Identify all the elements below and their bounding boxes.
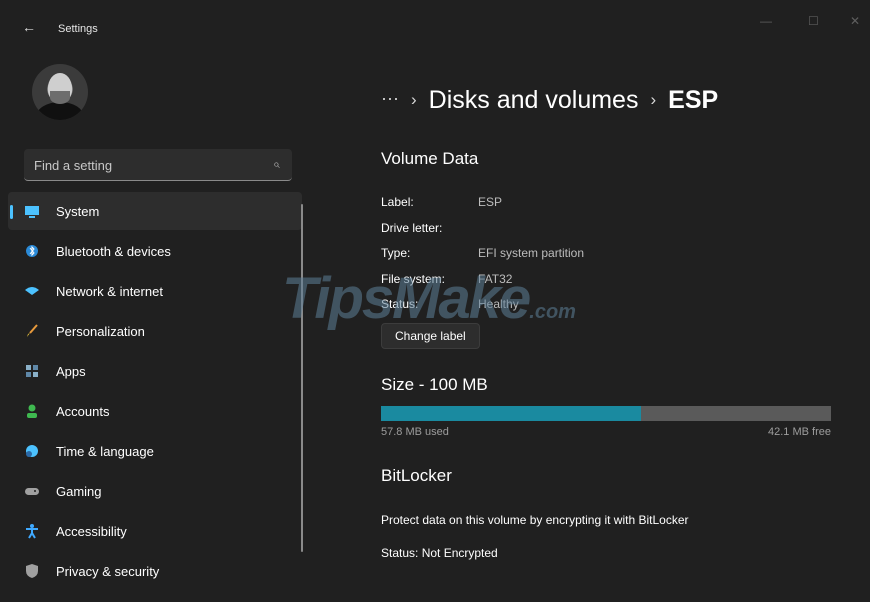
sidebar-scrollbar[interactable]: [301, 204, 303, 552]
breadcrumb-ellipsis[interactable]: ···: [381, 88, 399, 108]
property-value: ESP: [478, 195, 503, 209]
property-row: Label: ESP: [381, 195, 502, 209]
sidebar-item-network[interactable]: Network & internet: [8, 272, 302, 310]
brush-icon: [24, 323, 40, 339]
property-row: Type: EFI system partition: [381, 246, 584, 260]
sidebar-item-system[interactable]: System: [8, 192, 302, 230]
sidebar-item-label: Apps: [56, 364, 86, 379]
sidebar-item-label: Bluetooth & devices: [56, 244, 171, 259]
volume-data-heading: Volume Data: [381, 149, 479, 168]
gamepad-icon: [24, 483, 40, 499]
property-key: Label:: [381, 195, 414, 209]
app-title: Settings: [58, 23, 98, 35]
usage-bar-fill: [381, 406, 642, 421]
usage-bar: [381, 406, 831, 421]
sidebar-item-privacy-security[interactable]: Privacy & security: [8, 552, 302, 590]
search-input[interactable]: [34, 156, 254, 174]
property-value: Healthy: [478, 297, 519, 311]
bitlocker-status: Status: Not Encrypted: [381, 546, 498, 560]
sidebar-item-gaming[interactable]: Gaming: [8, 472, 302, 510]
property-key: File system:: [381, 272, 446, 286]
sidebar-item-bluetooth[interactable]: Bluetooth & devices: [8, 232, 302, 270]
size-heading: Size - 100 MB: [381, 375, 488, 394]
sidebar-item-label: Accessibility: [56, 524, 127, 539]
minimize-icon[interactable]: —: [760, 14, 772, 28]
change-label-button[interactable]: Change label: [381, 323, 480, 349]
sidebar-item-personalization[interactable]: Personalization: [8, 312, 302, 350]
maximize-icon[interactable]: ☐: [808, 14, 819, 28]
search-box[interactable]: ⌕: [24, 149, 292, 181]
sidebar-item-label: Privacy & security: [56, 564, 160, 579]
sidebar-item-accessibility[interactable]: Accessibility: [8, 512, 302, 550]
search-icon[interactable]: ⌕: [273, 157, 280, 172]
accessibility-icon: [24, 523, 40, 539]
globe-clock-icon: [24, 443, 40, 459]
sidebar-item-label: Accounts: [56, 404, 110, 419]
close-icon[interactable]: ✕: [850, 14, 860, 28]
used-space: 57.8 MB used: [381, 426, 449, 438]
sidebar-item-time-language[interactable]: Time & language: [8, 432, 302, 470]
property-row: Drive letter:: [381, 221, 478, 235]
accounts-icon: [24, 403, 40, 419]
sidebar-item-label: Personalization: [56, 324, 145, 339]
property-value: EFI system partition: [478, 246, 585, 260]
title-bar: ← Settings — ☐ ✕: [0, 0, 870, 56]
sidebar-item-label: Network & internet: [56, 284, 163, 299]
property-key: Status:: [381, 297, 419, 311]
property-value: FAT32: [478, 272, 513, 286]
property-row: Status: Healthy: [381, 297, 519, 311]
property-row: File system: FAT32: [381, 272, 512, 286]
network-icon: [24, 283, 40, 299]
sidebar-item-accounts[interactable]: Accounts: [8, 392, 302, 430]
breadcrumb: ··· › Disks and volumes › ESP: [381, 86, 718, 115]
shield-icon: [24, 563, 40, 579]
sidebar-item-apps[interactable]: Apps: [8, 352, 302, 390]
sidebar-item-label: System: [56, 204, 100, 219]
system-icon: [24, 203, 40, 219]
breadcrumb-separator: ›: [410, 90, 417, 109]
property-key: Type:: [381, 246, 411, 260]
breadcrumb-parent[interactable]: Disks and volumes: [429, 86, 639, 114]
property-key: Drive letter:: [381, 221, 443, 235]
breadcrumb-separator: ›: [650, 90, 657, 109]
watermark-suffix: .com: [529, 301, 576, 323]
bitlocker-description: Protect data on this volume by encryptin…: [381, 513, 689, 527]
sidebar-item-label: Time & language: [56, 444, 154, 459]
selection-indicator: [10, 205, 13, 219]
free-space: 42.1 MB free: [768, 426, 831, 438]
apps-icon: [24, 363, 40, 379]
back-arrow-icon[interactable]: ←: [22, 19, 36, 35]
sidebar-item-label: Gaming: [56, 484, 102, 499]
page-title: ESP: [668, 86, 719, 114]
bluetooth-icon: [24, 243, 40, 259]
bitlocker-heading: BitLocker: [381, 466, 452, 485]
avatar[interactable]: [32, 64, 88, 120]
